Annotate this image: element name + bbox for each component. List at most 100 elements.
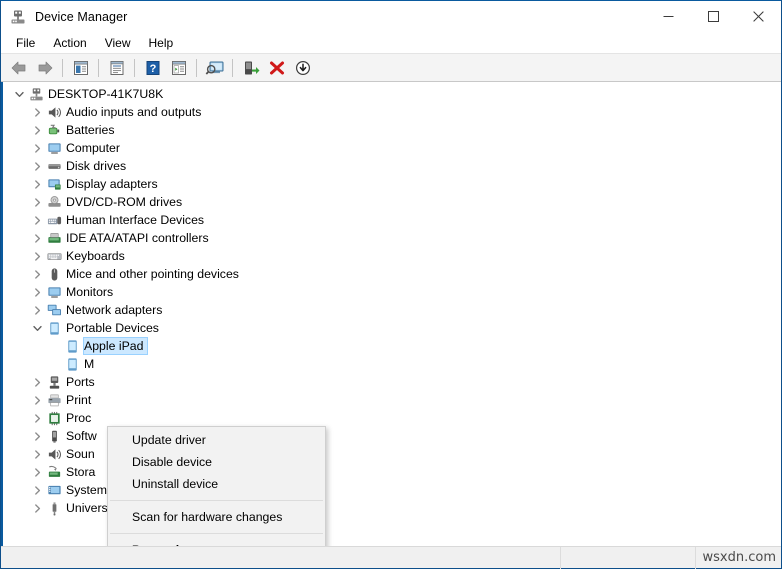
back-icon[interactable] <box>6 56 31 80</box>
disk-drive-icon <box>45 158 63 174</box>
tree-node-label: Soun <box>66 447 95 461</box>
chevron-right-icon[interactable] <box>29 103 45 121</box>
context-menu-item-disable-device[interactable]: Disable device <box>108 451 325 473</box>
chevron-right-icon[interactable] <box>29 463 45 481</box>
menu-help[interactable]: Help <box>140 33 183 53</box>
menu-file[interactable]: File <box>7 33 44 53</box>
chevron-right-icon[interactable] <box>29 229 45 247</box>
hid-icon <box>45 212 63 228</box>
tree-node-audio[interactable]: Audio inputs and outputs <box>3 103 781 121</box>
chevron-right-icon[interactable] <box>29 445 45 463</box>
chevron-right-icon[interactable] <box>29 121 45 139</box>
toolbar-separator <box>134 58 135 77</box>
chevron-right-icon[interactable] <box>29 157 45 175</box>
context-menu-item-properties[interactable]: Properties <box>108 539 325 546</box>
ide-controller-icon <box>45 230 63 246</box>
tree-node-dvd-drives[interactable]: DVD/CD-ROM drives <box>3 193 781 211</box>
minimize-button[interactable] <box>646 1 691 32</box>
tree-node-computer[interactable]: Computer <box>3 139 781 157</box>
menu-action[interactable]: Action <box>44 33 95 53</box>
tree-node-portable-devices[interactable]: Portable Devices <box>3 319 781 337</box>
sound-icon <box>45 446 63 462</box>
close-button[interactable] <box>736 1 781 32</box>
chevron-right-icon[interactable] <box>29 211 45 229</box>
chevron-right-icon[interactable] <box>29 139 45 157</box>
forward-icon[interactable] <box>32 56 57 80</box>
watermark-text: wsxdn.com <box>702 550 777 565</box>
context-menu-separator <box>110 500 323 501</box>
chevron-right-icon[interactable] <box>29 427 45 445</box>
status-pane-2 <box>561 546 696 569</box>
dvd-drive-icon <box>45 194 63 210</box>
tree-node-mice[interactable]: Mice and other pointing devices <box>3 265 781 283</box>
chevron-right-icon[interactable] <box>29 301 45 319</box>
status-pane-3: wsxdn.com <box>696 547 781 569</box>
network-adapter-icon <box>45 302 63 318</box>
tree-node-label: Portable Devices <box>66 321 159 335</box>
tree-node-disk-drives[interactable]: Disk drives <box>3 157 781 175</box>
tree-node-apple-ipad[interactable]: Apple iPad <box>3 337 781 355</box>
tree-node-ports[interactable]: Ports <box>3 373 781 391</box>
chevron-right-icon[interactable] <box>29 481 45 499</box>
chevron-right-icon[interactable] <box>29 373 45 391</box>
tree-node-label: Network adapters <box>66 303 163 317</box>
tree-node-label: Display adapters <box>66 177 158 191</box>
tree-node-label: Human Interface Devices <box>66 213 205 227</box>
portable-device-icon <box>63 356 81 372</box>
tree-node-label: IDE ATA/ATAPI controllers <box>66 231 209 245</box>
tree-node-batteries[interactable]: Batteries <box>3 121 781 139</box>
uninstall-device-icon[interactable] <box>264 56 289 80</box>
show-hide-console-tree-icon[interactable] <box>68 56 93 80</box>
toolbar: ? <box>1 54 781 82</box>
tree-node-label: Stora <box>66 465 96 479</box>
tree-node-label: Batteries <box>66 123 115 137</box>
tree-node-display-adapters[interactable]: Display adapters <box>3 175 781 193</box>
status-bar: wsxdn.com <box>1 546 781 569</box>
tree-node-hid[interactable]: Human Interface Devices <box>3 211 781 229</box>
chevron-down-icon[interactable] <box>11 85 27 103</box>
tree-node-processors[interactable]: Proc <box>3 409 781 427</box>
properties-icon[interactable] <box>104 56 129 80</box>
tree-root-label: DESKTOP-41K7U8K <box>48 87 164 101</box>
enable-device-icon[interactable] <box>238 56 263 80</box>
update-driver-icon[interactable] <box>290 56 315 80</box>
computer-root-icon <box>27 86 45 102</box>
chevron-right-icon[interactable] <box>29 175 45 193</box>
device-manager-icon <box>10 9 26 25</box>
chevron-down-icon[interactable] <box>29 319 45 337</box>
chevron-right-icon[interactable] <box>29 193 45 211</box>
device-tree[interactable]: DESKTOP-41K7U8K Audio inputs and outputs <box>1 82 781 546</box>
context-menu-item-scan-for-hardware-changes[interactable]: Scan for hardware changes <box>108 506 325 528</box>
context-menu-separator <box>110 533 323 534</box>
chevron-right-icon[interactable] <box>29 247 45 265</box>
tree-node-keyboards[interactable]: Keyboards <box>3 247 781 265</box>
context-menu: Update driver Disable device Uninstall d… <box>107 426 326 546</box>
chevron-right-icon[interactable] <box>29 283 45 301</box>
svg-text:?: ? <box>149 63 156 75</box>
tree-node-monitors[interactable]: Monitors <box>3 283 781 301</box>
tree-node-label: Disk drives <box>66 159 127 173</box>
chevron-right-icon[interactable] <box>29 391 45 409</box>
menu-view[interactable]: View <box>96 33 140 53</box>
context-menu-item-update-driver[interactable]: Update driver <box>108 429 325 451</box>
tree-node-portable-child-2[interactable]: M <box>3 355 781 373</box>
toolbar-separator <box>232 58 233 77</box>
battery-icon <box>45 122 63 138</box>
tree-node-label: Apple iPad <box>82 337 149 355</box>
scan-for-hardware-changes-icon[interactable] <box>202 56 227 80</box>
portable-device-icon <box>63 338 81 354</box>
tree-root-node[interactable]: DESKTOP-41K7U8K <box>3 85 781 103</box>
storage-controller-icon <box>45 464 63 480</box>
help-icon[interactable]: ? <box>140 56 165 80</box>
chevron-right-icon[interactable] <box>29 265 45 283</box>
chevron-right-icon[interactable] <box>29 499 45 517</box>
tree-node-ide-controllers[interactable]: IDE ATA/ATAPI controllers <box>3 229 781 247</box>
tree-node-print-queues[interactable]: Print <box>3 391 781 409</box>
tree-node-network-adapters[interactable]: Network adapters <box>3 301 781 319</box>
context-menu-item-uninstall-device[interactable]: Uninstall device <box>108 473 325 495</box>
window-title: Device Manager <box>35 9 128 24</box>
view-icon[interactable] <box>166 56 191 80</box>
maximize-button[interactable] <box>691 1 736 32</box>
chevron-right-icon[interactable] <box>29 409 45 427</box>
tree-node-label: Ports <box>66 375 95 389</box>
